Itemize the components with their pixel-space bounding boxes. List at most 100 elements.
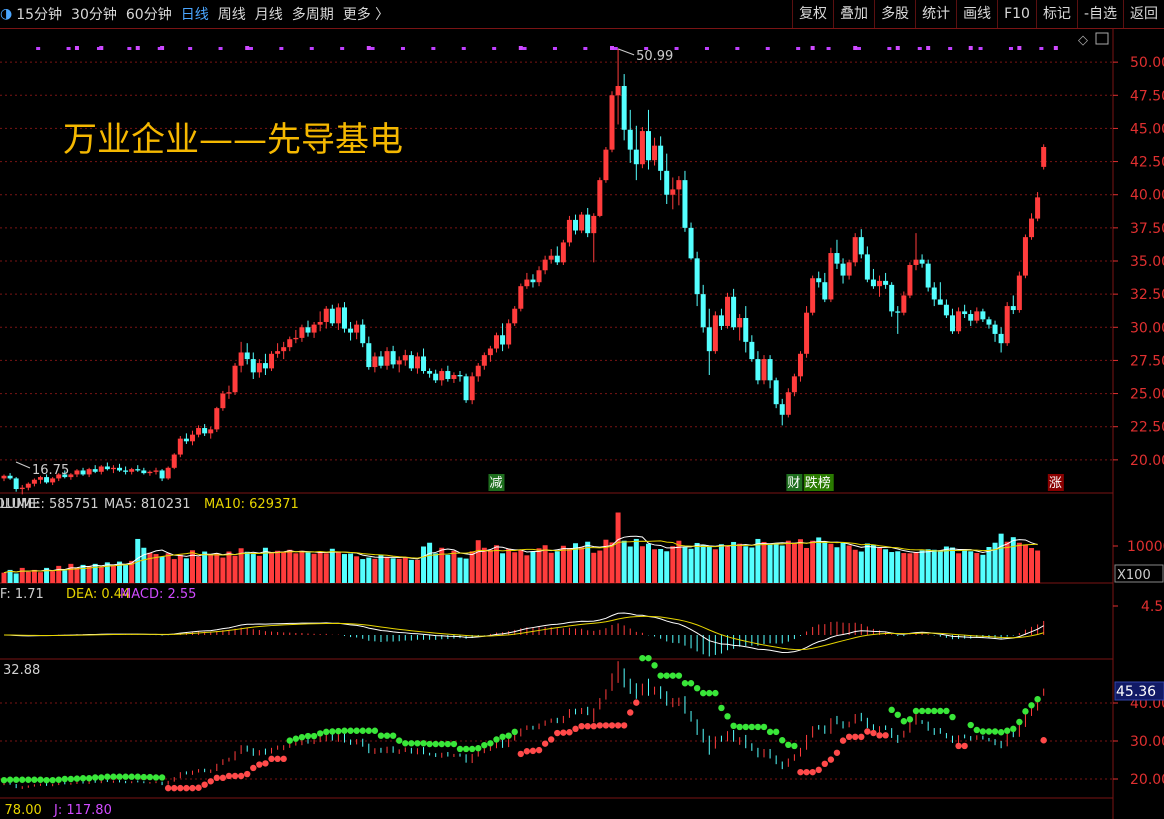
stop-dot-red <box>845 733 853 741</box>
stop-dot-red <box>541 740 549 747</box>
tab-monthly[interactable]: 月线 <box>255 4 283 24</box>
stop-dot-red <box>262 760 269 767</box>
back-arrow-icon[interactable]: ◑ <box>0 6 12 22</box>
stop-dot-green <box>663 672 670 679</box>
stop-dot-green <box>98 774 105 781</box>
candle-body <box>664 170 670 195</box>
volume-bar <box>305 552 311 583</box>
stop-dot-green <box>748 723 756 731</box>
tab-30min[interactable]: 30分钟 <box>71 4 117 24</box>
tab-multi-period[interactable]: 多周期 <box>292 4 334 24</box>
volume-bar <box>19 567 25 583</box>
candle-body <box>1041 146 1047 167</box>
stop-dot-green <box>0 776 8 784</box>
candle-body <box>153 470 159 472</box>
statistics-button[interactable]: 统计 <box>915 0 956 28</box>
volume-bar <box>579 547 585 583</box>
candle-body <box>171 454 177 468</box>
stop-dot-green <box>651 662 658 669</box>
volume-bar <box>706 545 712 583</box>
restore-rights-button[interactable]: 复权 <box>792 0 833 28</box>
price-tick-label: 30.00 <box>1130 320 1164 336</box>
stop-dot-red <box>608 722 616 729</box>
stop-dot-green <box>128 773 135 780</box>
volume-bar <box>682 547 688 583</box>
candle-body <box>645 131 651 161</box>
candle-body <box>202 428 208 434</box>
signal-dot <box>492 47 497 50</box>
draw-line-button[interactable]: 画线 <box>956 0 997 28</box>
volume-bar <box>913 552 919 583</box>
tab-60min[interactable]: 60分钟 <box>126 4 172 24</box>
volume-bar <box>390 558 396 583</box>
candle-body <box>159 470 165 479</box>
volume-bar <box>110 565 116 583</box>
stop-dot-green <box>19 776 26 783</box>
volume-bar <box>171 559 177 583</box>
candle-body <box>98 466 104 472</box>
mark-button[interactable]: 标记 <box>1035 0 1077 28</box>
volume-bar <box>165 553 171 583</box>
volume-bar <box>384 556 390 583</box>
volume-bar <box>1010 537 1016 583</box>
tab-weekly[interactable]: 周线 <box>218 4 246 24</box>
stop-dot-red <box>244 770 251 778</box>
candle-body <box>956 311 962 332</box>
price-tick-label: 45.00 <box>1130 121 1164 137</box>
volume-bar <box>840 542 846 583</box>
candle-body <box>269 353 275 369</box>
stop-dot-red <box>627 709 634 716</box>
multi-stock-button[interactable]: 多股 <box>874 0 915 28</box>
return-button[interactable]: 返回 <box>1123 0 1164 28</box>
tab-15min[interactable]: 15分钟 <box>16 4 62 24</box>
candle-body <box>220 393 226 409</box>
candle-body <box>141 470 147 474</box>
stop-dot-green <box>73 775 81 782</box>
volume-ma5-label: MA5: 810231 <box>104 497 191 512</box>
signal-dot <box>309 47 314 50</box>
low-price-label: 16.75 <box>32 463 69 478</box>
stop-dot-red <box>268 755 275 763</box>
volume-bar <box>153 554 159 583</box>
signal-dot <box>917 47 922 50</box>
candle-body <box>299 327 305 338</box>
candle-body <box>92 469 98 472</box>
stop-dot-red <box>620 722 628 729</box>
stop-dot-green <box>383 732 391 739</box>
volume-bar <box>457 557 463 583</box>
volume-bar <box>810 540 816 583</box>
stop-dot-green <box>967 721 974 729</box>
candle-body <box>238 352 244 366</box>
volume-bar <box>232 555 238 583</box>
volume-bar <box>62 570 68 583</box>
f10-button[interactable]: F10 <box>997 0 1036 28</box>
volume-bar <box>299 550 305 583</box>
macd-value-label: MACD: 2.55 <box>120 587 196 602</box>
overlay-button[interactable]: 叠加 <box>833 0 874 28</box>
volume-bar <box>439 547 445 583</box>
volume-bar <box>597 550 603 583</box>
kdj-k-label: K: 32.88 <box>0 663 40 678</box>
tab-more[interactable]: 更多 〉 <box>343 4 389 24</box>
stop-dot-green <box>766 728 774 736</box>
stock-chart[interactable]: 50.00 47.50 45.00 42.50 40.00 37.50 35.00 32.50… <box>0 28 1164 819</box>
stop-dot-red <box>535 746 543 754</box>
volume-bar <box>725 546 731 583</box>
volume-bar <box>852 549 858 583</box>
candle-body <box>244 352 250 360</box>
volume-bar <box>202 551 208 583</box>
macd-dif-label: DIF: 1.71 <box>0 587 44 602</box>
tab-daily[interactable]: 日线 <box>181 4 209 24</box>
volume-bar <box>962 549 968 583</box>
volume-bar <box>627 546 633 583</box>
candle-body <box>633 149 639 165</box>
signal-dot <box>810 46 815 50</box>
candle-body <box>773 380 779 405</box>
stop-dot-red <box>225 772 233 780</box>
stop-dot-green <box>444 740 452 748</box>
signal-dot <box>518 46 523 50</box>
volume-bar <box>25 571 31 583</box>
add-watchlist-button[interactable]: -自选 <box>1076 0 1123 28</box>
stop-dot-green <box>329 728 336 735</box>
volume-bar <box>791 542 797 583</box>
